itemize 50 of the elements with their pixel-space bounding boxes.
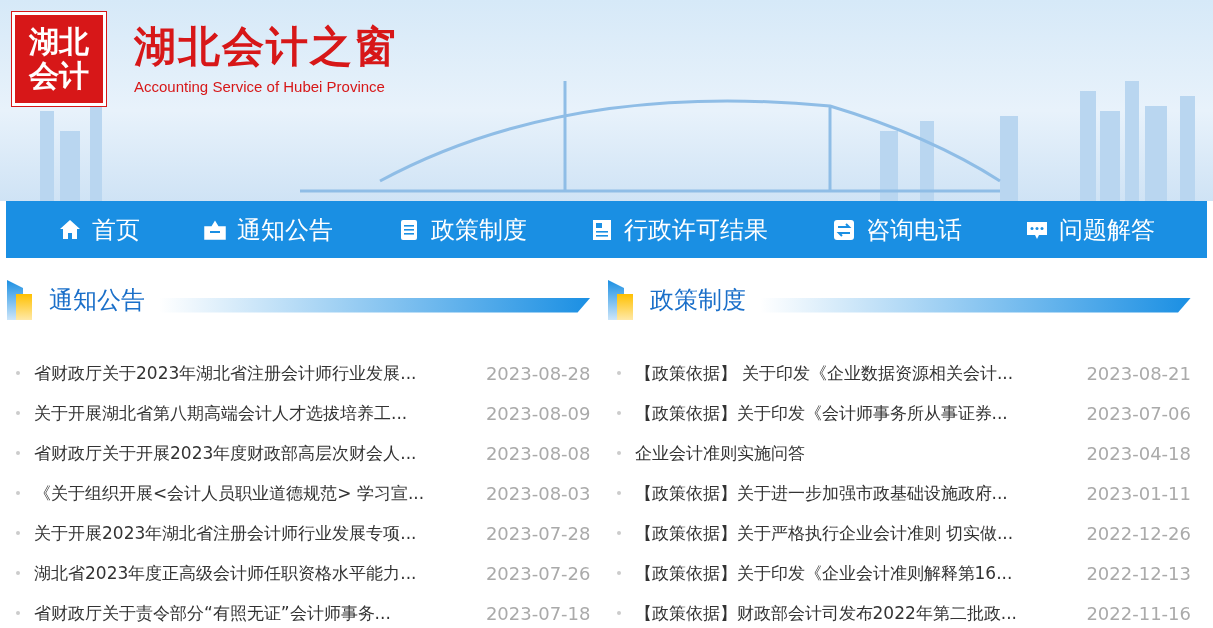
news-link[interactable]: 省财政厅关于2023年湖北省注册会计师行业发展... xyxy=(34,361,476,385)
news-date: 2023-07-26 xyxy=(485,562,591,584)
news-date: 2023-07-18 xyxy=(485,602,591,624)
news-link[interactable]: 【政策依据】 关于印发《企业数据资源相关会计... xyxy=(634,361,1077,385)
news-date: 2022-12-13 xyxy=(1086,562,1191,584)
news-link[interactable]: 《关于组织开展<会计人员职业道德规范> 学习宣... xyxy=(34,481,476,505)
section-flag-icon xyxy=(7,280,35,320)
bullet-icon xyxy=(16,411,20,415)
logo-seal: 湖北 会计 xyxy=(12,12,106,106)
bullet-icon xyxy=(16,531,20,535)
news-date: 2023-07-06 xyxy=(1086,402,1191,424)
site-title: 湖北会计之窗 xyxy=(134,22,398,73)
bullet-icon xyxy=(16,371,20,375)
news-date: 2023-08-03 xyxy=(485,482,591,504)
news-link[interactable]: 省财政厅关于开展2023年度财政部高层次财会人... xyxy=(34,441,476,465)
bullet-icon xyxy=(616,451,621,455)
site-subtitle: Accounting Service of Hubei Province xyxy=(134,78,386,96)
section-title: 政策制度 xyxy=(649,285,746,316)
news-date: 2022-12-26 xyxy=(1086,522,1191,544)
section-flag-icon xyxy=(607,280,636,320)
news-link[interactable]: 湖北省2023年度正高级会计师任职资格水平能力... xyxy=(34,561,476,585)
news-link[interactable]: 关于开展湖北省第八期高端会计人才选拔培养工... xyxy=(34,401,476,425)
news-date: 2023-07-28 xyxy=(485,522,591,544)
bullet-icon xyxy=(16,571,20,575)
news-date: 2023-04-18 xyxy=(1086,442,1191,464)
news-link[interactable]: 【政策依据】关于印发《企业会计准则解释第16... xyxy=(634,561,1077,585)
news-link[interactable]: 【政策依据】关于印发《会计师事务所从事证券... xyxy=(634,401,1077,425)
news-date: 2022-11-16 xyxy=(1086,602,1191,624)
bullet-icon xyxy=(616,531,621,535)
bullet-icon xyxy=(16,491,20,495)
section-title: 通知公告 xyxy=(49,285,145,316)
news-date: 2023-08-08 xyxy=(485,442,591,464)
news-link[interactable]: 【政策依据】关于进一步加强市政基础设施政府... xyxy=(634,481,1077,505)
news-date: 2023-08-21 xyxy=(1086,362,1191,384)
bullet-icon xyxy=(616,611,621,615)
news-link[interactable]: 【政策依据】财政部会计司发布2022年第二批政... xyxy=(634,601,1077,625)
news-date: 2023-08-09 xyxy=(485,402,591,424)
news-link[interactable]: 【政策依据】关于严格执行企业会计准则 切实做... xyxy=(634,521,1077,545)
bullet-icon xyxy=(616,491,621,495)
nav-icon xyxy=(831,217,856,242)
bullet-icon xyxy=(616,571,621,575)
news-date: 2023-01-11 xyxy=(1086,482,1191,504)
news-link[interactable]: 省财政厅关于责令部分“有照无证”会计师事务... xyxy=(34,601,476,625)
news-date: 2023-08-28 xyxy=(485,362,591,384)
bullet-icon xyxy=(16,451,20,455)
bullet-icon xyxy=(16,611,20,615)
bullet-icon xyxy=(616,411,621,415)
bullet-icon xyxy=(616,371,621,375)
news-link[interactable]: 企业会计准则实施问答 xyxy=(634,441,1077,465)
news-link[interactable]: 关于开展2023年湖北省注册会计师行业发展专项... xyxy=(34,521,476,545)
